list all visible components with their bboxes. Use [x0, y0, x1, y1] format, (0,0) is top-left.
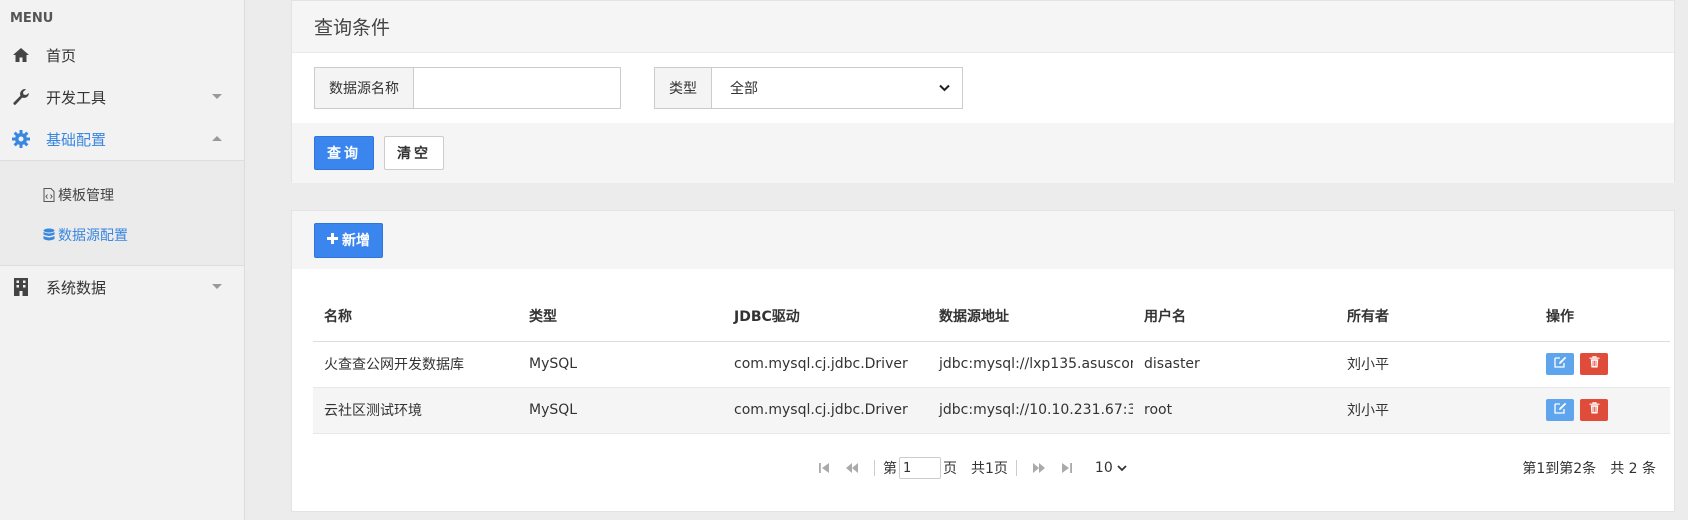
table-header-row: 名称 类型 JDBC驱动 数据源地址 用户名 所有者 操作: [313, 291, 1670, 342]
menu-header: MENU: [10, 11, 54, 26]
pagination-summary: 第1到第2条 共 2 条: [1522, 453, 1656, 483]
col-header-url[interactable]: 数据源地址: [928, 291, 1133, 342]
list-panel: 新增 名称 类型 JDBC驱动 数据源地址 用户名 所有者 操作 火查查公网开发…: [291, 210, 1675, 512]
database-icon: [42, 228, 56, 242]
edit-icon: [1553, 402, 1567, 418]
plus-icon: [327, 232, 338, 248]
datasource-table: 名称 类型 JDBC驱动 数据源地址 用户名 所有者 操作 火查查公网开发数据库…: [313, 291, 1670, 434]
col-header-user[interactable]: 用户名: [1133, 291, 1336, 342]
nav-label-system-data: 系统数据: [46, 278, 107, 297]
nav-item-system-data[interactable]: 系统数据: [0, 266, 244, 308]
page-prefix: 第: [883, 461, 897, 477]
table-row[interactable]: 云社区测试环境 MySQL com.mysql.cj.jdbc.Driver j…: [313, 387, 1670, 434]
page-number-input[interactable]: 1: [899, 457, 941, 479]
first-page-icon[interactable]: [816, 461, 832, 475]
query-form: 数据源名称 类型 全部: [292, 53, 1674, 123]
total-pages: 共1页: [971, 461, 1008, 477]
name-filter: 数据源名称: [314, 67, 621, 109]
nav-item-home[interactable]: 首页: [0, 34, 244, 76]
total-count: 共 2 条: [1610, 461, 1656, 477]
cell-name: 火查查公网开发数据库: [313, 341, 518, 388]
delete-button[interactable]: [1580, 353, 1609, 375]
wrench-icon: [10, 86, 32, 108]
name-filter-label: 数据源名称: [314, 67, 413, 109]
type-filter-select[interactable]: 全部: [711, 67, 963, 109]
type-filter: 类型 全部: [654, 67, 963, 109]
building-icon: [10, 276, 32, 298]
edit-icon: [1553, 356, 1567, 372]
cell-type: MySQL: [518, 341, 723, 388]
chevron-up-icon: [212, 136, 222, 141]
nav-label-basic-config: 基础配置: [46, 130, 107, 149]
cell-actions: [1535, 341, 1670, 388]
cell-type: MySQL: [518, 387, 723, 434]
add-button[interactable]: 新增: [314, 222, 383, 258]
cell-owner: 刘小平: [1336, 387, 1535, 434]
chevron-down-icon: [939, 80, 950, 96]
file-code-icon: [42, 188, 56, 202]
col-header-type[interactable]: 类型: [518, 291, 723, 342]
cell-user: root: [1133, 387, 1336, 434]
query-actions: 查询 清空: [292, 123, 1674, 183]
page-size-select[interactable]: 10: [1095, 460, 1127, 476]
nav-item-dev-tools[interactable]: 开发工具: [0, 76, 244, 118]
edit-button[interactable]: [1546, 399, 1574, 421]
col-header-actions: 操作: [1535, 291, 1670, 342]
edit-button[interactable]: [1546, 353, 1574, 375]
last-page-icon[interactable]: [1059, 461, 1075, 475]
submenu-basic-config: 模板管理 数据源配置: [0, 160, 244, 266]
table-row[interactable]: 火查查公网开发数据库 MySQL com.mysql.cj.jdbc.Drive…: [313, 341, 1670, 388]
col-header-name[interactable]: 名称: [313, 291, 518, 342]
cell-url: jdbc:mysql://10.10.231.67:3306: [928, 387, 1133, 434]
search-button[interactable]: 查询: [314, 136, 374, 170]
chevron-down-icon: [1117, 460, 1127, 476]
sub-label-template: 模板管理: [58, 188, 114, 204]
list-toolbar: 新增: [292, 211, 1674, 269]
pagination-controls: 第 1 页 共1页 10: [810, 453, 1127, 483]
query-panel: 查询条件 数据源名称 类型 全部 查询 清空: [291, 0, 1675, 183]
query-panel-title: 查询条件: [292, 1, 1674, 53]
cell-url: jdbc:mysql://lxp135.asuscomm: [928, 341, 1133, 388]
cell-owner: 刘小平: [1336, 341, 1535, 388]
name-filter-input[interactable]: [413, 67, 621, 109]
sub-item-template[interactable]: 模板管理: [0, 175, 244, 215]
pagination: 第 1 页 共1页 10 第1到第2条 共 2 条: [313, 453, 1670, 483]
gear-icon: [10, 128, 32, 150]
clear-button[interactable]: 清空: [384, 136, 444, 170]
col-header-driver[interactable]: JDBC驱动: [723, 291, 928, 342]
prev-page-icon[interactable]: [844, 461, 860, 475]
type-filter-value: 全部: [730, 81, 758, 97]
cell-driver: com.mysql.cj.jdbc.Driver: [723, 341, 928, 388]
pager-divider: [1015, 460, 1017, 476]
home-icon: [10, 44, 32, 66]
cell-user: disaster: [1133, 341, 1336, 388]
trash-icon: [1589, 356, 1600, 372]
page-size-value: 10: [1094, 460, 1113, 476]
range-text: 第1到第2条: [1522, 461, 1597, 477]
sub-item-datasource[interactable]: 数据源配置: [0, 215, 244, 255]
chevron-down-icon: [212, 284, 222, 289]
sub-label-datasource: 数据源配置: [58, 228, 128, 244]
col-header-owner[interactable]: 所有者: [1336, 291, 1535, 342]
trash-icon: [1589, 402, 1600, 418]
type-filter-label: 类型: [654, 67, 711, 109]
nav-item-basic-config[interactable]: 基础配置: [0, 118, 244, 160]
delete-button[interactable]: [1580, 399, 1609, 421]
add-button-label: 新增: [342, 233, 370, 249]
cell-actions: [1535, 387, 1670, 434]
cell-driver: com.mysql.cj.jdbc.Driver: [723, 387, 928, 434]
cell-name: 云社区测试环境: [313, 387, 518, 434]
next-page-icon[interactable]: [1031, 461, 1047, 475]
nav-label-dev-tools: 开发工具: [46, 88, 107, 107]
nav-label-home: 首页: [46, 46, 77, 65]
sidebar: MENU 首页 开发工具 基础配置 模板管理 数据源配置 系统数据: [0, 0, 245, 520]
page-suffix: 页: [943, 461, 957, 477]
chevron-down-icon: [212, 94, 222, 99]
pager-divider: [874, 460, 875, 476]
